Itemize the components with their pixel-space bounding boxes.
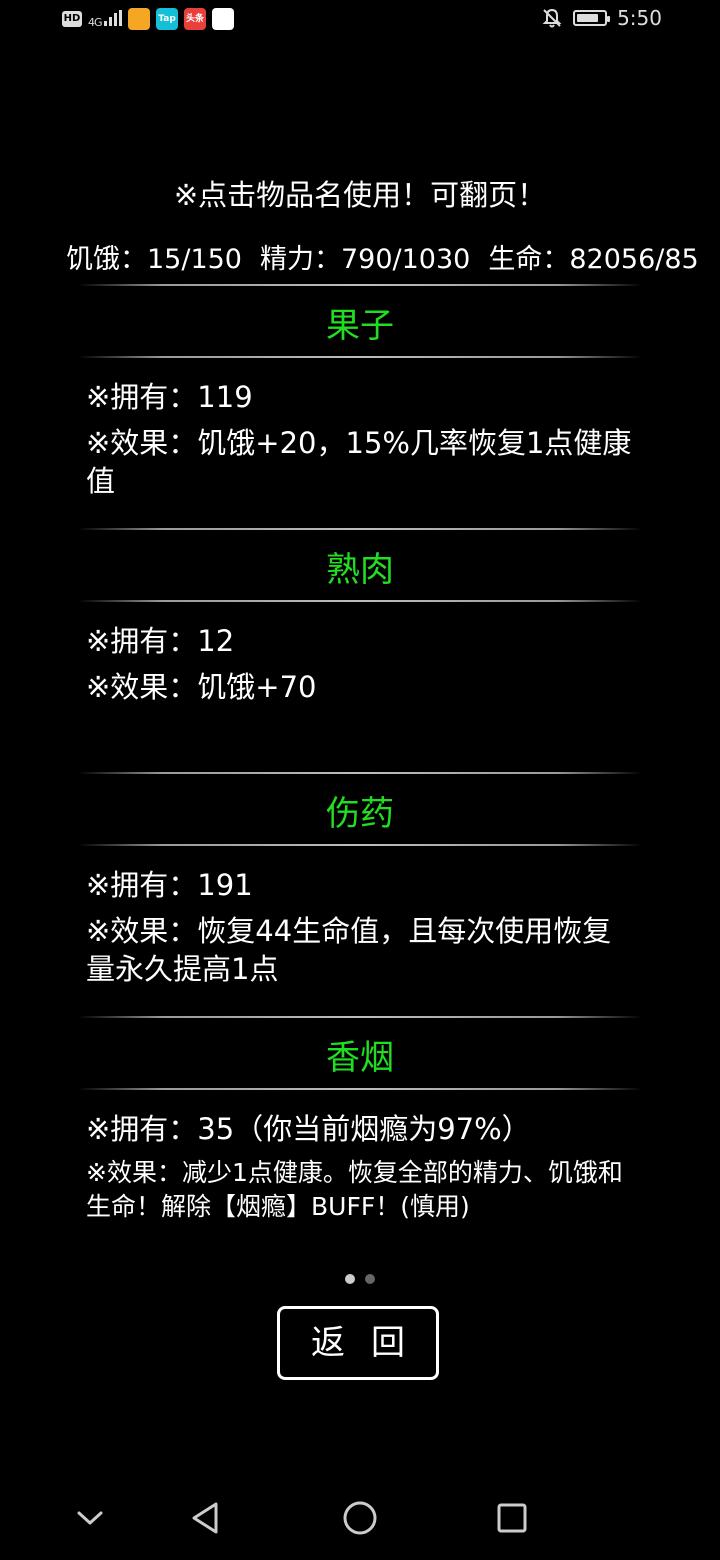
status-bar: HD 4G Tap 头条 5:50 xyxy=(0,0,720,40)
usage-hint: ※点击物品名使用！可翻页！ xyxy=(173,178,547,212)
home-nav-icon[interactable] xyxy=(340,1498,380,1538)
item-owned: ※拥有：12 xyxy=(86,624,235,658)
energy-stat: 精力：790/1030 xyxy=(260,244,471,275)
divider xyxy=(78,772,642,774)
network-type: 4G xyxy=(88,15,102,29)
status-left: HD 4G Tap 头条 xyxy=(62,8,235,30)
chevron-down-icon[interactable] xyxy=(70,1498,110,1538)
item-card: 伤药 ※拥有：191 ※效果：恢复44生命值，且每次使用恢复量永久提高1点 xyxy=(70,772,650,988)
item-name-button[interactable]: 果子 xyxy=(70,298,650,347)
page-dot[interactable] xyxy=(345,1274,355,1284)
item-title-bar: 香烟 xyxy=(70,1016,650,1090)
weibo-app-icon xyxy=(128,8,151,30)
item-title-bar: 伤药 xyxy=(70,772,650,846)
divider xyxy=(78,284,642,286)
navigation-bar xyxy=(0,1480,720,1560)
item-owned: ※拥有：35（你当前烟瘾为97%） xyxy=(86,1112,531,1146)
divider xyxy=(78,356,642,358)
toutiao-app-icon: 头条 xyxy=(184,8,207,30)
divider xyxy=(78,528,642,530)
item-name-button[interactable]: 伤药 xyxy=(70,786,650,835)
player-stats: 饥饿：15/150 精力：790/1030 生命：82056/85 xyxy=(66,237,720,276)
page-indicator[interactable] xyxy=(0,1274,720,1284)
divider xyxy=(78,600,642,602)
item-effect: ※效果：饥饿+20，15%几率恢复1点健康值 xyxy=(86,426,632,498)
item-effect: ※效果：饥饿+70 xyxy=(86,670,317,704)
item-owned: ※拥有：119 xyxy=(86,380,253,414)
signal-bars-icon xyxy=(104,9,123,26)
maps-app-icon xyxy=(212,8,235,30)
signal-icon: 4G xyxy=(88,9,123,29)
back-button[interactable]: 返回 xyxy=(277,1306,439,1380)
item-owned: ※拥有：191 xyxy=(86,868,253,902)
item-title-bar: 果子 xyxy=(70,284,650,358)
item-title-bar: 熟肉 xyxy=(70,528,650,602)
item-card: 熟肉 ※拥有：12 ※效果：饥饿+70 xyxy=(70,528,650,706)
hd-indicator: HD xyxy=(62,11,82,27)
taptap-app-icon: Tap xyxy=(156,8,179,30)
life-stat: 生命：82056/85 xyxy=(488,244,699,275)
item-card: 果子 ※拥有：119 ※效果：饥饿+20，15%几率恢复1点健康值 xyxy=(70,284,650,500)
item-effect: ※效果：减少1点健康。恢复全部的精力、饥饿和生命！解除【烟瘾】BUFF！(慎用) xyxy=(86,1158,623,1221)
page-dot[interactable] xyxy=(365,1274,375,1284)
divider xyxy=(78,1016,642,1018)
item-effect: ※效果：恢复44生命值，且每次使用恢复量永久提高1点 xyxy=(86,914,612,986)
battery-icon xyxy=(573,10,611,26)
recents-nav-icon[interactable] xyxy=(492,1498,532,1538)
hunger-stat: 饥饿：15/150 xyxy=(66,244,242,275)
item-card: 香烟 ※拥有：35（你当前烟瘾为97%） ※效果：减少1点健康。恢复全部的精力、… xyxy=(70,1016,650,1224)
item-name-button[interactable]: 熟肉 xyxy=(70,542,650,591)
divider xyxy=(78,844,642,846)
bell-muted-icon xyxy=(542,8,562,28)
item-name-button[interactable]: 香烟 xyxy=(70,1030,650,1079)
back-nav-icon[interactable] xyxy=(186,1498,226,1538)
status-right: 5:50 xyxy=(541,6,662,30)
clock: 5:50 xyxy=(617,6,662,30)
divider xyxy=(78,1088,642,1090)
